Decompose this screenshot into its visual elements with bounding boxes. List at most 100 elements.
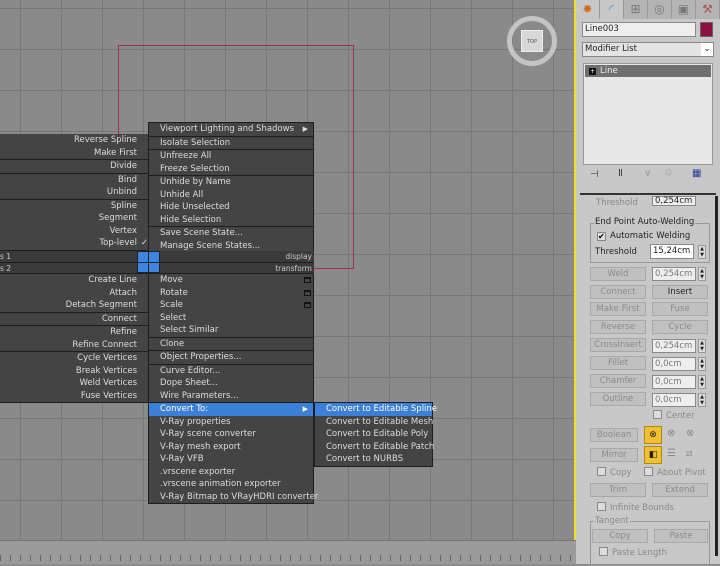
- mirror-horizontal-icon[interactable]: ◧: [644, 446, 662, 464]
- menu-item-v-ray-bitmap-to-vrayhdri-converter[interactable]: V-Ray Bitmap to VRayHDRI converter: [149, 491, 318, 504]
- menu-item-convert-to-editable-patch[interactable]: Convert to Editable Patch: [315, 441, 434, 454]
- menu-item-v-ray-scene-converter[interactable]: V-Ray scene converter: [149, 428, 313, 441]
- reverse-button[interactable]: Reverse: [590, 320, 646, 334]
- menu-item-segment[interactable]: Segment: [0, 212, 148, 225]
- show-end-result-icon[interactable]: Ⅱ: [618, 168, 623, 179]
- menu-item-hide-selection[interactable]: Hide Selection: [149, 214, 313, 227]
- object-name-field[interactable]: Line003: [582, 22, 696, 37]
- expand-icon[interactable]: +: [589, 68, 596, 75]
- extend-button[interactable]: Extend: [652, 483, 708, 497]
- stack-item-line[interactable]: + Line: [585, 65, 711, 77]
- mirror-both-icon[interactable]: ⧄: [686, 448, 692, 459]
- menu-item-refine-connect[interactable]: Refine Connect: [0, 339, 148, 352]
- boolean-intersect-icon[interactable]: ⊗: [686, 428, 694, 439]
- motion-tab-icon[interactable]: ◎: [648, 0, 672, 19]
- tangent-copy-button[interactable]: Copy: [592, 529, 648, 543]
- threshold-top-field[interactable]: 0,254cm: [652, 196, 696, 206]
- configure-modifier-sets-icon[interactable]: ▦: [692, 168, 701, 179]
- utilities-tab-icon[interactable]: ⚒: [696, 0, 720, 19]
- mirror-button[interactable]: Mirror: [590, 448, 638, 462]
- menu-item-move[interactable]: Move: [149, 274, 313, 287]
- menu-item-vertex[interactable]: Vertex: [0, 225, 148, 238]
- outline-button[interactable]: Outline: [590, 392, 646, 406]
- menu-item-rotate[interactable]: Rotate: [149, 287, 313, 300]
- crossinsert-button[interactable]: CrossInsert: [590, 338, 646, 352]
- menu-item-save-scene-state[interactable]: Save Scene State...: [149, 227, 313, 240]
- hierarchy-tab-icon[interactable]: ⊞: [624, 0, 648, 19]
- chamfer-field[interactable]: 0,0cm: [652, 375, 696, 389]
- modifier-stack[interactable]: + Line: [583, 63, 713, 165]
- menu-item-select[interactable]: Select: [149, 312, 313, 325]
- menu-item-freeze-selection[interactable]: Freeze Selection: [149, 163, 313, 176]
- remove-modifier-icon[interactable]: ♲: [664, 168, 673, 179]
- settings-box-icon[interactable]: [304, 289, 311, 296]
- time-ruler[interactable]: [0, 540, 576, 564]
- fuse-button[interactable]: Fuse: [652, 302, 708, 316]
- menu-item-convert-to[interactable]: Convert To: ▶: [149, 403, 313, 416]
- viewcube[interactable]: TOP: [507, 16, 557, 66]
- paste-length-checkbox[interactable]: Paste Length: [599, 547, 667, 558]
- object-color-swatch[interactable]: [700, 22, 713, 37]
- menu-item-select-similar[interactable]: Select Similar: [149, 324, 313, 337]
- menu-item-connect[interactable]: Connect: [0, 313, 148, 326]
- copy-checkbox[interactable]: Copy: [597, 467, 632, 478]
- viewcube-top-face[interactable]: TOP: [521, 30, 543, 52]
- menu-item-top-level[interactable]: Top-level ✓: [0, 237, 148, 250]
- settings-box-icon[interactable]: [304, 302, 311, 308]
- menu-item-attach[interactable]: Attach: [0, 287, 148, 300]
- weld-field[interactable]: 0,254cm: [652, 267, 696, 281]
- weld-button[interactable]: Weld: [590, 267, 646, 281]
- crossinsert-spinner[interactable]: ▲ ▼: [698, 339, 706, 353]
- crossinsert-field[interactable]: 0,254cm: [652, 339, 696, 353]
- create-tab-icon[interactable]: ✹: [576, 0, 600, 19]
- make-first-button[interactable]: Make First: [590, 302, 646, 316]
- tangent-paste-button[interactable]: Paste: [654, 529, 708, 543]
- menu-item-object-properties[interactable]: Object Properties...: [149, 351, 313, 364]
- modifier-list-dropdown[interactable]: Modifier List ⌄: [582, 42, 714, 57]
- menu-item-hide-unselected[interactable]: Hide Unselected: [149, 201, 313, 214]
- fillet-field[interactable]: 0,0cm: [652, 357, 696, 371]
- pin-stack-icon[interactable]: ⊣: [590, 169, 599, 180]
- menu-item-make-first[interactable]: Make First: [0, 147, 148, 160]
- boolean-union-icon[interactable]: ⊗: [644, 426, 662, 444]
- menu-item-curve-editor[interactable]: Curve Editor...: [149, 365, 313, 378]
- fillet-spinner[interactable]: ▲ ▼: [698, 357, 706, 371]
- infinite-bounds-checkbox[interactable]: Infinite Bounds: [597, 502, 674, 513]
- modify-tab-icon[interactable]: ◜: [600, 0, 624, 19]
- menu-item-unhide-by-name[interactable]: Unhide by Name: [149, 176, 313, 189]
- menu-item-v-ray-mesh-export[interactable]: V-Ray mesh export: [149, 441, 313, 454]
- display-tab-icon[interactable]: ▣: [672, 0, 696, 19]
- about-pivot-checkbox[interactable]: About Pivot: [644, 467, 706, 478]
- menu-item-v-ray-vfb[interactable]: V-Ray VFB: [149, 453, 313, 466]
- chamfer-button[interactable]: Chamfer: [590, 374, 646, 388]
- menu-item-divide[interactable]: Divide: [0, 160, 148, 173]
- menu-item-reverse-spline[interactable]: Reverse Spline: [0, 134, 148, 147]
- menu-item-convert-to-editable-mesh[interactable]: Convert to Editable Mesh: [315, 416, 433, 429]
- menu-item-unhide-all[interactable]: Unhide All: [149, 189, 313, 202]
- menu-item-fuse-vertices[interactable]: Fuse Vertices: [0, 390, 148, 403]
- weld-spinner[interactable]: ▲ ▼: [698, 267, 706, 281]
- menu-item-convert-to-editable-spline[interactable]: Convert to Editable Spline: [315, 403, 437, 416]
- menu-item-bind[interactable]: Bind: [0, 174, 148, 187]
- menu-item-spline[interactable]: Spline: [0, 200, 148, 213]
- settings-box-icon[interactable]: [304, 277, 311, 283]
- menu-item-viewport-lighting-and-shadows[interactable]: Viewport Lighting and Shadows ▶: [149, 123, 313, 136]
- menu-item-vrscene-animation-exporter[interactable]: .vrscene animation exporter: [149, 478, 313, 491]
- menu-item-weld-vertices[interactable]: Weld Vertices: [0, 377, 148, 390]
- boolean-button[interactable]: Boolean: [590, 428, 638, 442]
- mirror-vertical-icon[interactable]: ☰: [667, 448, 676, 459]
- make-unique-icon[interactable]: ∨: [644, 168, 651, 179]
- cycle-button[interactable]: Cycle: [652, 320, 708, 334]
- insert-button[interactable]: Insert: [652, 285, 708, 299]
- trim-button[interactable]: Trim: [590, 483, 646, 497]
- automatic-welding-checkbox[interactable]: ✔ Automatic Welding: [597, 231, 690, 241]
- menu-item-create-line[interactable]: Create Line: [0, 274, 148, 287]
- rollout-scrollbar[interactable]: [715, 196, 718, 556]
- menu-item-break-vertices[interactable]: Break Vertices: [0, 365, 148, 378]
- menu-item-convert-to-nurbs[interactable]: Convert to NURBS: [315, 453, 432, 466]
- menu-item-convert-to-editable-poly[interactable]: Convert to Editable Poly: [315, 428, 432, 441]
- center-checkbox[interactable]: Center: [653, 410, 695, 421]
- menu-item-cycle-vertices[interactable]: Cycle Vertices: [0, 352, 148, 365]
- menu-item-scale[interactable]: Scale: [149, 299, 313, 312]
- menu-item-wire-parameters[interactable]: Wire Parameters...: [149, 390, 313, 403]
